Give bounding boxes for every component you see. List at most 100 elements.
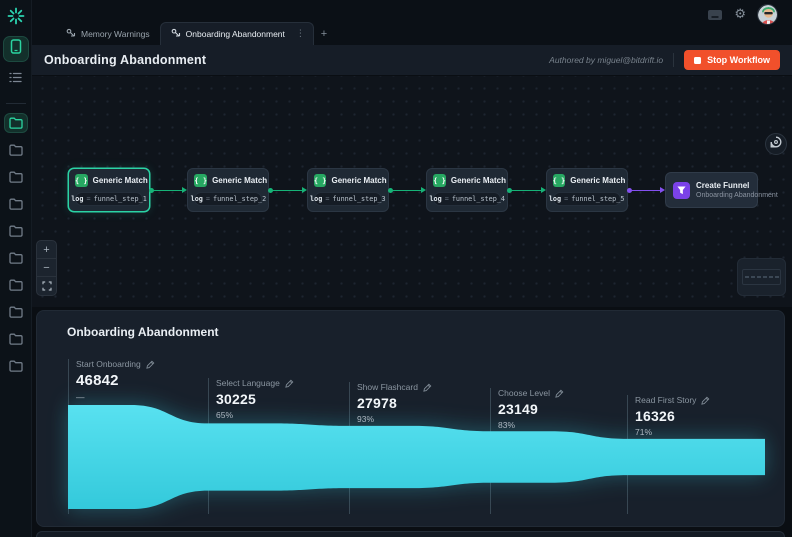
funnel-step-conversion: 93% bbox=[357, 414, 375, 424]
funnel-step-value: 27978 bbox=[357, 395, 397, 411]
phone-icon bbox=[10, 39, 22, 59]
minimap-viewport bbox=[742, 269, 781, 285]
node-title: Generic Match bbox=[450, 176, 507, 185]
user-avatar[interactable] bbox=[757, 4, 778, 25]
node-connector bbox=[268, 168, 307, 212]
funnel-step-conversion: 83% bbox=[498, 420, 516, 430]
folder-icon[interactable] bbox=[5, 357, 27, 375]
node-connector bbox=[149, 168, 188, 212]
rail-item-device[interactable] bbox=[3, 37, 28, 61]
funnel-step: Start Onboarding 46842 — bbox=[76, 359, 155, 402]
edit-pencil-icon[interactable] bbox=[285, 379, 294, 388]
topbar-icons: ⚙ bbox=[707, 4, 778, 25]
edit-pencil-icon[interactable] bbox=[701, 396, 710, 405]
generic-match-node[interactable]: { } Generic Match log = funnel_step_5 bbox=[545, 168, 628, 212]
folder-icon[interactable] bbox=[5, 249, 27, 267]
funnel-step: Select Language 30225 65% bbox=[216, 378, 294, 420]
tab-bar: Memory Warnings Onboarding Abandonment ⋮… bbox=[56, 22, 334, 45]
workflow-row: { } Generic Match log = funnel_step_1 { } … bbox=[68, 168, 778, 212]
funnel-step-value: 23149 bbox=[498, 401, 538, 417]
node-condition-pill: log = funnel_step_2 bbox=[191, 192, 266, 206]
folder-icon[interactable] bbox=[5, 168, 27, 186]
node-condition-pill: log = funnel_step_4 bbox=[429, 192, 505, 206]
tab-onboarding-abandonment[interactable]: Onboarding Abandonment ⋮ bbox=[159, 22, 314, 45]
edit-pencil-icon[interactable] bbox=[146, 360, 155, 369]
output-node-title: Create Funnel bbox=[696, 181, 750, 190]
funnel-step-label: Show Flashcard bbox=[357, 382, 418, 392]
workflow-canvas[interactable]: { } Generic Match log = funnel_step_1 { } … bbox=[32, 76, 792, 307]
funnel-step: Show Flashcard 27978 93% bbox=[357, 382, 432, 424]
generic-match-node[interactable]: { } Generic Match log = funnel_step_3 bbox=[306, 168, 389, 212]
left-rail bbox=[0, 0, 32, 537]
node-connector bbox=[507, 168, 546, 212]
folder-icon[interactable] bbox=[5, 303, 27, 321]
zoom-out-button[interactable]: − bbox=[37, 259, 56, 277]
braces-icon: { } bbox=[433, 174, 446, 187]
tab-menu-kebab-icon[interactable]: ⋮ bbox=[294, 29, 307, 39]
node-condition-pill: log = funnel_step_5 bbox=[549, 192, 624, 206]
create-funnel-node[interactable]: Create Funnel Onboarding Abandonment bbox=[665, 172, 778, 208]
funnel-step: Read First Story 16326 71% bbox=[635, 395, 710, 437]
funnel-step-value: 16326 bbox=[635, 408, 675, 424]
funnel-step-label: Select Language bbox=[216, 378, 280, 388]
folder-icon[interactable] bbox=[5, 141, 27, 159]
zoom-in-button[interactable]: + bbox=[37, 241, 56, 259]
funnel-step: Choose Level 23149 83% bbox=[498, 388, 564, 430]
folder-icon[interactable] bbox=[5, 195, 27, 213]
funnel-step-conversion: 65% bbox=[216, 410, 234, 420]
funnel-step-label: Choose Level bbox=[498, 388, 550, 398]
funnel-step-conversion: — bbox=[76, 392, 85, 402]
tab-label: Memory Warnings bbox=[81, 28, 150, 39]
funnel-step-label: Start Onboarding bbox=[76, 359, 141, 369]
main-area: Memory Warnings Onboarding Abandonment ⋮… bbox=[32, 0, 792, 537]
funnel-step-value: 46842 bbox=[76, 372, 119, 389]
funnel-step-label: Read First Story bbox=[635, 395, 697, 405]
workflow-header: Onboarding Abandonment Authored by migue… bbox=[32, 45, 792, 76]
braces-icon: { } bbox=[194, 174, 208, 187]
rail-item-list[interactable] bbox=[4, 67, 28, 91]
chat-bubble-icon bbox=[770, 135, 782, 153]
funnel-panel-title: Onboarding Abandonment bbox=[67, 325, 219, 339]
canvas-zoom-controls: + − bbox=[36, 240, 57, 296]
output-node-subtitle: Onboarding Abandonment bbox=[696, 192, 778, 199]
fit-view-button[interactable] bbox=[37, 277, 56, 295]
node-title: Generic Match bbox=[570, 176, 626, 185]
next-panel-edge bbox=[36, 531, 785, 537]
header-right: Authored by miguel@bitdrift.io Stop Work… bbox=[549, 50, 780, 70]
rail-folders bbox=[4, 114, 27, 375]
chat-help-button[interactable] bbox=[765, 133, 787, 155]
braces-icon: { } bbox=[313, 174, 327, 187]
gear-icon[interactable]: ⚙ bbox=[734, 7, 746, 22]
braces-icon: { } bbox=[75, 174, 88, 187]
folder-icon[interactable] bbox=[5, 330, 27, 348]
tab-memory-warnings[interactable]: Memory Warnings bbox=[56, 22, 160, 45]
braces-icon: { } bbox=[552, 174, 566, 187]
workflow-icon bbox=[66, 28, 76, 40]
tab-label: Onboarding Abandonment bbox=[185, 29, 285, 39]
folder-icon[interactable] bbox=[5, 222, 27, 240]
generic-match-node[interactable]: { } Generic Match log = funnel_step_1 bbox=[68, 168, 150, 212]
bitdrift-logo-starburst-icon bbox=[7, 7, 25, 25]
generic-match-node[interactable]: { } Generic Match log = funnel_step_4 bbox=[426, 168, 509, 212]
page-title: Onboarding Abandonment bbox=[44, 53, 207, 67]
node-title: Generic Match bbox=[212, 176, 268, 185]
node-title: Generic Match bbox=[92, 176, 148, 185]
folder-icon[interactable] bbox=[5, 276, 27, 294]
node-connector bbox=[387, 168, 427, 212]
stop-workflow-label: Stop Workflow bbox=[707, 55, 770, 65]
workflow-icon bbox=[171, 28, 181, 40]
edit-pencil-icon[interactable] bbox=[555, 389, 564, 398]
funnel-icon bbox=[673, 181, 691, 199]
folder-icon[interactable] bbox=[4, 114, 27, 132]
edit-pencil-icon[interactable] bbox=[423, 383, 432, 392]
console-icon[interactable] bbox=[707, 9, 723, 21]
authored-by-text: Authored by miguel@bitdrift.io bbox=[549, 55, 664, 65]
canvas-minimap[interactable] bbox=[737, 258, 786, 296]
node-title: Generic Match bbox=[331, 176, 387, 185]
generic-match-node[interactable]: { } Generic Match log = funnel_step_2 bbox=[187, 168, 270, 212]
new-tab-button[interactable]: + bbox=[314, 22, 334, 45]
node-connector bbox=[626, 168, 666, 212]
funnel-panel: Onboarding Abandonment Start Onboarding … bbox=[36, 310, 785, 527]
stop-square-icon bbox=[694, 56, 702, 64]
stop-workflow-button[interactable]: Stop Workflow bbox=[684, 50, 780, 70]
